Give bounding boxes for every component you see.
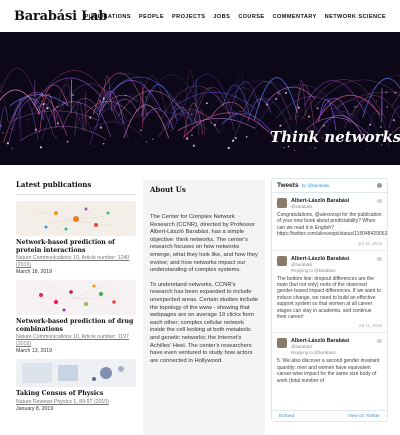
nav-commentary[interactable]: COMMENTARY xyxy=(273,14,317,20)
tweet-author-handle[interactable]: @barabasi xyxy=(291,204,382,209)
tweet-author-handle[interactable]: @barabasi xyxy=(291,344,382,349)
tweet[interactable]: Albert-László Barabási @barabasi Replyin… xyxy=(272,333,387,388)
publication-title[interactable]: Taking Census of Physics xyxy=(16,390,136,398)
tweet-text: 5. We also discover a second gender inva… xyxy=(277,358,380,384)
latest-publications: Latest publications Network-based predic… xyxy=(16,180,136,417)
tweet-text: The bottom line: dropout differences are… xyxy=(277,275,381,321)
site-header: Barabási Lab PUBLICATIONS PEOPLE PROJECT… xyxy=(0,0,400,34)
timeline-title: Tweets xyxy=(277,182,299,189)
publication-thumbnail[interactable] xyxy=(16,280,136,315)
tweet-date[interactable]: Jul 15, 2019 xyxy=(277,241,382,246)
nav-people[interactable]: PEOPLE xyxy=(139,14,164,20)
tweet-reply-label[interactable]: Replying to @barabasi xyxy=(291,350,382,355)
twitter-bird-icon xyxy=(377,199,382,203)
publication-journal[interactable]: Nature Reviews Physics 1, 89-97 (2019) xyxy=(16,399,136,405)
publication-item[interactable]: Taking Census of Physics Nature Reviews … xyxy=(16,359,136,412)
timeline-header: Tweets by @barabasi xyxy=(272,179,387,193)
tweet-reply-label[interactable]: Replying to @barabasi xyxy=(291,268,382,273)
nav-course[interactable]: COURSE xyxy=(238,14,264,20)
timeline-by-link[interactable]: by @barabasi xyxy=(302,183,330,188)
publication-thumbnail[interactable] xyxy=(16,201,136,236)
info-icon[interactable] xyxy=(377,183,382,188)
publication-item[interactable]: Network-based prediction of protein inte… xyxy=(16,201,136,275)
nav-projects[interactable]: PROJECTS xyxy=(172,14,205,20)
avatar[interactable] xyxy=(277,198,287,208)
publication-item[interactable]: Network-based prediction of drug combina… xyxy=(16,280,136,354)
publication-title[interactable]: Network-based prediction of drug combina… xyxy=(16,318,136,333)
about-paragraph: The Center for Complex Network Research … xyxy=(150,214,258,274)
publication-date: March 13, 2019 xyxy=(16,348,53,354)
embed-link[interactable]: Embed xyxy=(279,414,294,419)
publication-journal[interactable]: Nature Communications 10, Article number… xyxy=(16,255,136,268)
publications-heading: Latest publications xyxy=(16,180,136,195)
main-nav: PUBLICATIONS PEOPLE PROJECTS JOBS COURSE… xyxy=(85,14,386,20)
about-us-panel: About Us The Center for Complex Network … xyxy=(143,180,265,435)
publication-thumbnail[interactable] xyxy=(16,359,136,387)
publication-date: January 8, 2019 xyxy=(16,406,54,412)
nav-jobs[interactable]: JOBS xyxy=(213,14,230,20)
publication-date: March 18, 2019 xyxy=(16,269,53,275)
tweet-date[interactable]: Jul 11, 2019 xyxy=(277,323,382,328)
hero-banner: Think networks xyxy=(0,32,400,165)
avatar[interactable] xyxy=(277,255,287,266)
publication-title[interactable]: Network-based prediction of protein inte… xyxy=(16,239,136,254)
tweet-author-handle[interactable]: @barabasi xyxy=(291,262,382,267)
publication-journal[interactable]: Nature Communications 10, Article number… xyxy=(16,334,136,347)
timeline-footer: Embed View on Twitter xyxy=(272,410,387,421)
about-paragraph: To understand networks, CCNR's research … xyxy=(150,281,258,364)
avatar[interactable] xyxy=(277,338,287,349)
twitter-timeline: Tweets by @barabasi Albert-László Barabá… xyxy=(271,178,388,422)
view-on-twitter-link[interactable]: View on Twitter xyxy=(348,414,380,419)
about-heading: About Us xyxy=(150,185,186,194)
tweet-text: Congratulations, @alexvespi for the publ… xyxy=(277,212,388,238)
nav-network-science[interactable]: NETWORK SCIENCE xyxy=(325,14,386,20)
hero-tagline: Think networks xyxy=(270,128,400,146)
tweet[interactable]: Albert-László Barabási @barabasi Replyin… xyxy=(272,251,387,334)
twitter-bird-icon xyxy=(377,256,382,261)
tweet[interactable]: Albert-László Barabási @barabasi Congrat… xyxy=(272,193,387,251)
nav-publications[interactable]: PUBLICATIONS xyxy=(85,14,131,20)
